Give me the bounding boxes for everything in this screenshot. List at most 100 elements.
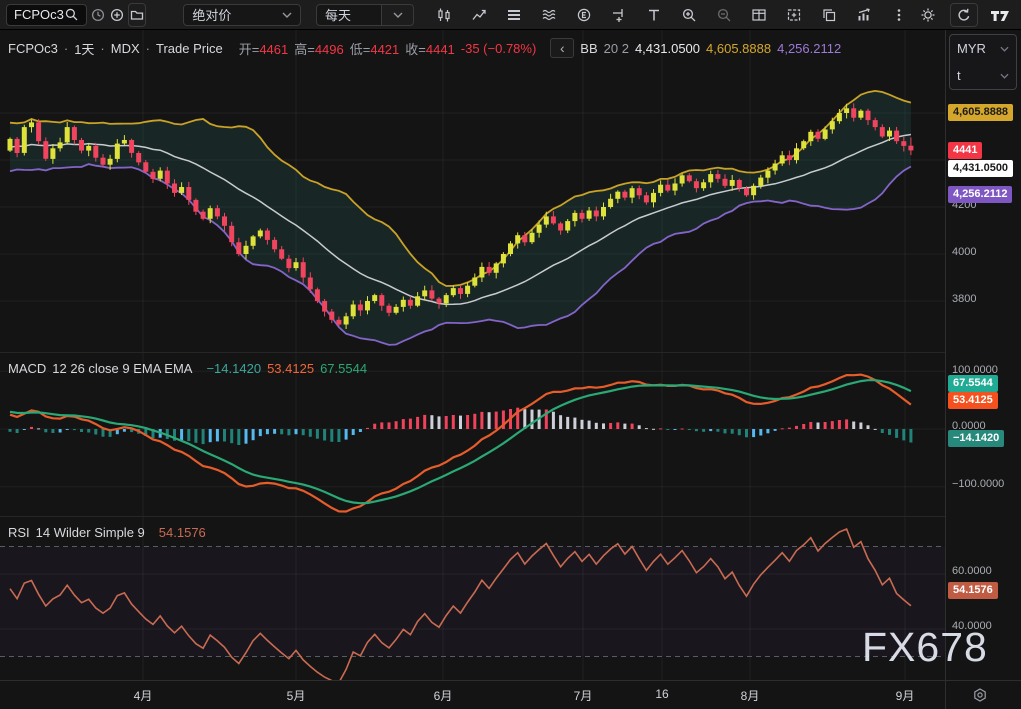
text-tool-button[interactable] [641,3,667,27]
bb-params: 20 2 [604,41,629,56]
more-options-button[interactable] [886,3,912,27]
zoom-out-button[interactable] [711,3,737,27]
rsi-legend: RSI 14 Wilder Simple 9 54.1576 [8,525,206,540]
clock-icon [90,7,106,23]
toolbar-tools [431,3,912,27]
time-label: 6月 [434,687,453,704]
measure-button[interactable] [606,3,632,27]
layout-lines-button[interactable] [501,3,527,27]
compare-button[interactable] [466,3,492,27]
macd-panel[interactable]: MACD 12 26 close 9 EMA EMA −14.1420 53.4… [0,352,945,516]
circle-e-icon [576,7,592,23]
copy-layout-button[interactable] [816,3,842,27]
bb-basis-value: 4,431.0500 [635,41,700,56]
table-view-button[interactable] [746,3,772,27]
hexagon-settings-icon [946,687,988,703]
chevron-down-icon [1000,73,1009,79]
legend-low: 低=4421 [350,39,400,58]
axis-badge: −14.1420 [948,430,1004,447]
add-symbol-button[interactable] [109,3,125,27]
chevron-down-icon [1000,46,1009,52]
macd-line-value: 53.4125 [267,361,314,376]
bb-name: BB [580,41,597,56]
legend-interval: 1天 [74,39,94,58]
legend-high: 高=4496 [294,39,344,58]
zoom-in-button[interactable] [676,3,702,27]
bb-upper-value: 4,605.8888 [706,41,771,56]
stats-button[interactable] [851,3,877,27]
currency-dropdown[interactable]: MYR [950,35,1016,62]
search-icon [64,7,79,22]
legend-symbol: FCPOc3 [8,41,58,56]
time-label: 16 [655,687,668,701]
legend-separator: · [146,41,150,56]
price-type-dropdown[interactable]: 绝对价 [183,4,301,26]
chart-style-button[interactable] [431,3,457,27]
time-axis-settings[interactable] [945,680,1021,709]
axis-label: 4000 [952,246,976,258]
screenshot-add-icon [786,7,802,23]
legend-open: 开=4461 [239,39,289,58]
plus-circle-icon [109,7,125,23]
stats-chart-icon [856,7,872,23]
kebab-icon [891,7,907,23]
events-button[interactable] [571,3,597,27]
text-tool-icon [646,7,662,23]
measure-icon [611,7,627,23]
axis-label: 3800 [952,293,976,305]
gear-icon [920,7,936,23]
unit-selector-box: MYR t [949,34,1017,90]
unit-dropdown[interactable]: t [950,62,1016,89]
macd-name: MACD [8,361,46,376]
trading-terminal: FCPOc3 绝对价 每天 [0,0,1021,709]
time-label: 7月 [574,687,593,704]
chevron-down-icon [393,12,403,18]
macd-legend: MACD 12 26 close 9 EMA EMA −14.1420 53.4… [8,361,367,376]
chevron-down-icon [282,12,292,18]
zoom-out-icon [716,7,732,23]
price-type-value: 绝对价 [192,5,231,24]
table-icon [751,7,767,23]
time-label: 8月 [741,687,760,704]
axis-badge: 4,605.8888 [948,104,1013,121]
main-legend: FCPOc3 · 1天 · MDX · Trade Price 开=4461 高… [8,38,841,58]
toolbar-right [915,3,1015,27]
interval-dropdown[interactable]: 每天 [316,4,382,26]
legend-back-button[interactable]: ‹ [550,38,574,58]
axis-label: −100.0000 [952,478,1004,490]
tradingview-logo[interactable] [987,3,1013,27]
legend-exchange: MDX [111,41,140,56]
snapshot-button[interactable] [781,3,807,27]
reset-chart-button[interactable] [950,3,978,27]
price-axis[interactable]: MYR t 420040003800100.00000.0000−100.000… [945,30,1021,680]
axis-badge: 4,256.2112 [948,186,1012,203]
time-label: 3月 [0,687,1,704]
top-toolbar: FCPOc3 绝对价 每天 [0,0,1021,30]
folder-icon [129,7,145,23]
candlestick-icon [436,7,452,23]
interval-chevron-button[interactable] [382,4,414,26]
axis-badge: 53.4125 [948,392,998,409]
axis-badge: 4441 [948,142,982,159]
compare-chart-icon [471,7,487,23]
rsi-panel[interactable]: RSI 14 Wilder Simple 9 54.1576 [0,516,945,680]
legend-change: -35 (−0.78%) [461,41,537,56]
currency-value: MYR [957,41,986,56]
recent-history-button[interactable] [90,3,106,27]
macd-signal-value: 67.5544 [320,361,367,376]
copy-icon [821,7,837,23]
legend-separator: · [100,41,104,56]
legend-separator: · [64,41,68,56]
main-chart-panel[interactable]: FCPOc3 · 1天 · MDX · Trade Price 开=4461 高… [0,30,945,352]
stacked-lines-icon [506,7,522,23]
open-layout-button[interactable] [128,3,146,27]
legend-series-type: Trade Price [156,41,223,56]
rsi-name: RSI [8,525,30,540]
macd-histogram-value: −14.1420 [206,361,261,376]
symbol-search-input[interactable]: FCPOc3 [6,4,87,26]
indicators-button[interactable] [536,3,562,27]
time-label: 5月 [287,687,306,704]
axis-badge: 54.1576 [948,582,998,599]
settings-button[interactable] [915,3,941,27]
time-axis[interactable]: 3月4月5月6月7月168月9月 [0,680,945,709]
